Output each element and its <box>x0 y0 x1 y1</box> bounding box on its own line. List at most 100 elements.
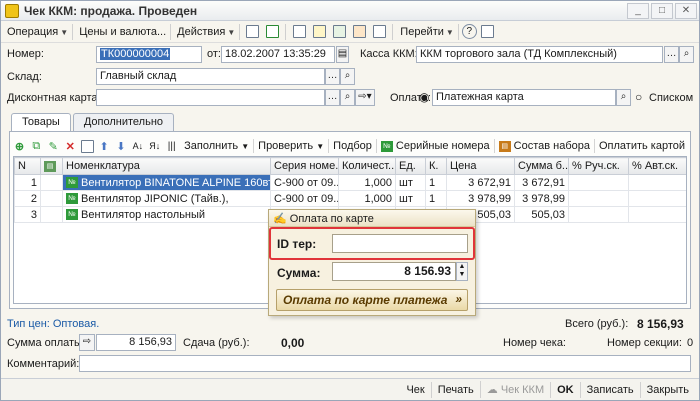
discount-action-button[interactable]: ⇨▾ <box>355 89 375 106</box>
fill-button[interactable]: Заполнить ▼ <box>180 139 255 153</box>
discount-select-button[interactable]: … <box>325 89 340 106</box>
warehouse-select-button[interactable]: … <box>325 68 340 85</box>
move-up-icon[interactable]: ⬆ <box>97 137 112 155</box>
discount-card-label: Дисконтная карта: <box>7 92 101 104</box>
payment-sum-arrow-icon[interactable]: ⇨ <box>79 334 95 351</box>
copy-row-icon[interactable]: ⧉ <box>29 137 44 155</box>
barcode-icon[interactable]: ||| <box>164 137 179 155</box>
discount-search-icon[interactable]: ⌕ <box>340 89 355 106</box>
help-icon[interactable]: ? <box>461 24 477 39</box>
kkm-field[interactable]: ККМ торгового зала (ТД Комплексный) <box>416 46 663 63</box>
table-row[interactable]: 1 № Вентилятор BINATONE ALPINE 160вт, ...… <box>14 174 686 191</box>
date-picker-button[interactable]: ▤ <box>336 46 349 63</box>
product-icon: № <box>66 193 78 205</box>
payment-sum-field[interactable]: 8 156,93 <box>96 334 176 351</box>
warehouse-label: Склад: <box>7 71 42 83</box>
cloud-icon: ☁ <box>486 384 498 396</box>
col-series[interactable]: Серия номе... <box>270 157 339 175</box>
close-form-button[interactable]: Закрыть <box>639 381 695 398</box>
document-window: Чек ККМ: продажа. Проведен _ □ ✕ Операци… <box>0 0 700 401</box>
product-icon: № <box>66 177 78 189</box>
receipt-number-label: Номер чека: <box>503 337 566 349</box>
structure-icon[interactable] <box>350 23 368 41</box>
pick-button[interactable]: Подбор <box>329 139 377 153</box>
kkm-receipt-button[interactable]: ☁ Чек ККМ <box>479 381 550 398</box>
menu-operation[interactable]: Операция ▼ <box>3 23 74 40</box>
find-icon[interactable] <box>370 23 388 41</box>
kkm-select-button[interactable]: … <box>664 46 679 63</box>
col-qty[interactable]: Количест... <box>338 157 396 175</box>
col-k[interactable]: К. <box>425 157 447 175</box>
tab-goods[interactable]: Товары <box>11 113 71 131</box>
dialog-title: Оплата по карте <box>289 213 374 225</box>
card-icon: ✍ <box>273 213 287 225</box>
goods-toolbar: ⊕ ⧉ ✎ ✕ ⬆ ⬇ A↓ Я↓ ||| Заполнить ▼ Провер… <box>11 137 689 155</box>
print-button[interactable]: Печать <box>430 381 480 398</box>
warehouse-search-icon[interactable]: ⌕ <box>340 68 355 85</box>
post-icon[interactable] <box>263 23 281 41</box>
col-price[interactable]: Цена <box>446 157 515 175</box>
comment-field[interactable] <box>79 355 691 372</box>
sort-desc-icon[interactable]: Я↓ <box>147 137 162 155</box>
column-settings-icon: ▤ <box>44 160 56 172</box>
col-auto-discount[interactable]: % Авт.ск. <box>628 157 686 175</box>
table-row[interactable]: 2 № Вентилятор JIPONIC (Тайв.), С-900 от … <box>14 190 686 207</box>
total-value: 8 156,93 <box>637 317 684 331</box>
menu-goto[interactable]: Перейти ▼ <box>396 23 459 40</box>
refresh-icon[interactable] <box>330 23 348 41</box>
pay-by-card-button[interactable]: Оплатить картой <box>595 139 689 153</box>
sum-spinner[interactable]: ▲ ▼ <box>456 262 468 281</box>
date-field[interactable]: 18.02.2007 13:35:29 <box>221 46 335 63</box>
payment-type-field[interactable]: Платежная карта <box>432 89 616 106</box>
end-edit-icon[interactable] <box>80 137 95 155</box>
kit-composition-button[interactable]: ▤ Состав набора <box>495 139 595 153</box>
col-nomenclature[interactable]: Номенклатура <box>62 157 271 175</box>
col-n[interactable]: N <box>14 157 41 175</box>
settings-icon[interactable] <box>479 23 497 41</box>
payment-radio-selected-icon[interactable]: ◉ <box>419 90 429 104</box>
dialog-title-bar: ✍ Оплата по карте <box>269 210 475 227</box>
discount-card-field[interactable] <box>96 89 325 106</box>
date-label: от: <box>207 48 221 60</box>
table-header: N ▤ Номенклатура Серия номе... Количест.… <box>14 157 686 175</box>
delete-row-icon[interactable]: ✕ <box>63 137 78 155</box>
section-number-label: Номер секции: <box>607 337 682 349</box>
document-icon <box>5 3 19 18</box>
col-flag[interactable]: ▤ <box>40 157 63 175</box>
title-bar: Чек ККМ: продажа. Проведен _ □ ✕ <box>1 1 699 21</box>
check-button[interactable]: Проверить ▼ <box>254 139 330 153</box>
sort-asc-icon[interactable]: A↓ <box>130 137 145 155</box>
list-radio-icon[interactable]: ○ <box>635 90 642 104</box>
change-value: 0,00 <box>281 336 305 350</box>
tab-additional[interactable]: Дополнительно <box>72 113 175 131</box>
sum-field[interactable]: 8 156.93 <box>332 262 456 281</box>
warehouse-field[interactable]: Главный склад <box>96 68 325 85</box>
ok-button[interactable]: OK <box>550 381 580 398</box>
menu-prices-currency[interactable]: Цены и валюта... <box>75 23 172 40</box>
pay-by-card-dialog-button[interactable]: Оплата по карте платежа » <box>276 289 468 311</box>
highlight-frame <box>269 227 475 260</box>
save-button[interactable]: Записать <box>579 381 640 398</box>
kkm-search-icon[interactable]: ⌕ <box>679 46 694 63</box>
movement-icon[interactable] <box>310 23 328 41</box>
price-type-link[interactable]: Тип цен: Оптовая. <box>7 318 99 330</box>
number-field[interactable]: ТК000000004 <box>96 46 202 63</box>
minimize-button[interactable]: _ <box>627 2 649 19</box>
move-down-icon[interactable]: ⬇ <box>114 137 129 155</box>
close-button[interactable]: ✕ <box>675 2 697 19</box>
add-row-icon[interactable]: ⊕ <box>12 137 27 155</box>
col-manual-discount[interactable]: % Руч.ск. <box>568 157 629 175</box>
edit-row-icon[interactable]: ✎ <box>46 137 61 155</box>
menu-actions[interactable]: Действия ▼ <box>173 23 241 40</box>
receipt-button[interactable]: Чек <box>400 382 430 398</box>
add-copy-icon[interactable] <box>243 23 261 41</box>
payment-search-icon[interactable]: ⌕ <box>616 89 631 106</box>
serial-numbers-button[interactable]: № Серийные номера <box>377 139 495 153</box>
list-icon[interactable] <box>290 23 308 41</box>
comment-label: Комментарий: <box>7 358 80 370</box>
list-radio-label: Списком <box>649 92 694 104</box>
col-sum[interactable]: Сумма б... <box>514 157 569 175</box>
serial-numbers-icon: № <box>380 140 393 152</box>
maximize-button[interactable]: □ <box>651 2 673 19</box>
col-unit[interactable]: Ед. <box>395 157 426 175</box>
